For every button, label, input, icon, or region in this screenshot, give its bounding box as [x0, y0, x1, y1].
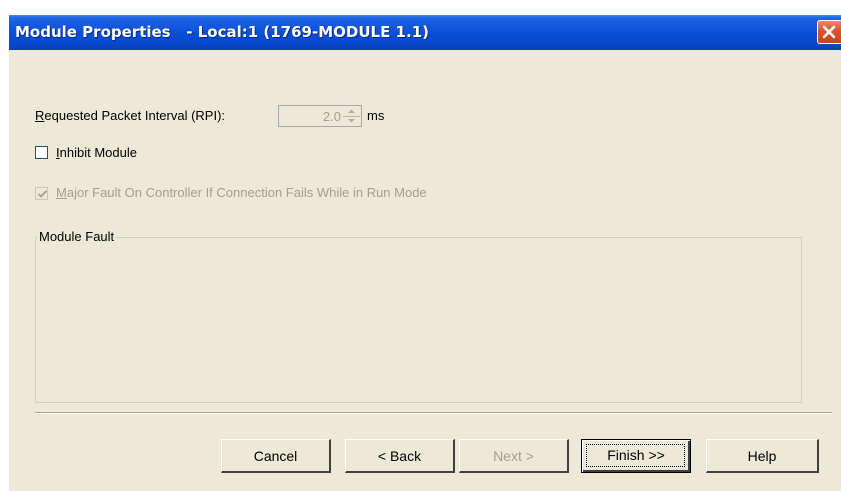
rpi-label: Requested Packet Interval (RPI): [35, 108, 225, 123]
major-fault-label-text: ajor Fault On Controller If Connection F… [66, 185, 427, 200]
spin-down-button[interactable] [343, 116, 360, 125]
inhibit-module-label[interactable]: Inhibit Module [56, 145, 137, 160]
focus-rectangle [586, 444, 685, 467]
rpi-spinner[interactable] [343, 107, 360, 125]
rpi-unit: ms [367, 108, 385, 123]
title-bar[interactable]: Module Properties - Local:1 (1769-MODULE… [9, 15, 841, 50]
module-fault-groupbox [35, 237, 802, 403]
spin-up-button[interactable] [343, 107, 360, 116]
major-fault-checkbox[interactable] [35, 187, 48, 200]
major-fault-label: Major Fault On Controller If Connection … [56, 185, 427, 200]
rpi-input[interactable]: 2.0 [278, 105, 362, 127]
help-button[interactable]: Help [706, 439, 819, 473]
rpi-value: 2.0 [322, 109, 341, 124]
rpi-label-hotkey: R [35, 108, 45, 123]
cancel-button[interactable]: Cancel [221, 439, 331, 473]
inhibit-label-text: nhibit Module [59, 145, 137, 160]
module-properties-dialog: Module Properties - Local:1 (1769-MODULE… [9, 15, 841, 491]
close-button[interactable] [817, 20, 841, 44]
back-button[interactable]: < Back [345, 439, 455, 473]
footer-separator [35, 412, 832, 414]
inhibit-module-checkbox[interactable] [35, 146, 48, 159]
major-fault-label-hotkey: M [56, 185, 67, 200]
module-fault-legend: Module Fault [37, 229, 117, 244]
finish-button[interactable]: Finish >> [581, 439, 691, 473]
window-title: Module Properties - Local:1 (1769-MODULE… [15, 23, 429, 41]
next-button[interactable]: Next > [459, 439, 569, 473]
rpi-label-text: equested Packet Interval (RPI): [44, 108, 226, 123]
